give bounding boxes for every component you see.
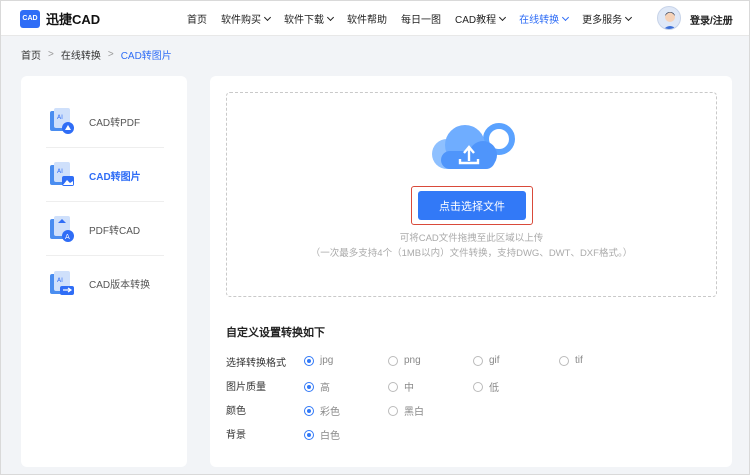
nav-item-online-convert[interactable]: 在线转换 [519,11,570,26]
settings-title: 自定义设置转换如下 [226,327,325,339]
nav-item-daily[interactable]: 每日一图 [401,11,441,26]
nav-label: 更多服务 [582,15,623,26]
chevron-down-icon [326,13,335,21]
main-panel: 点击选择文件 可将CAD文件拖拽至此区域以上传 （一次最多支持4个（1MB以内）… [210,76,732,467]
radio-button[interactable] [304,405,314,416]
option-color[interactable]: 彩色 [304,403,340,418]
option-label: 高 [320,383,330,394]
chevron-down-icon [562,13,570,21]
radio-button[interactable] [559,355,569,366]
nav-item-more[interactable]: 更多服务 [582,11,633,26]
nav-item-home[interactable]: 首页 [187,11,207,26]
sidebar-item-label: CAD版本转换 [89,280,151,291]
main-nav: 首页 软件购买 软件下载 软件帮助 每日一图 CAD教程 在线转换 更多服务 [187,1,645,36]
nav-item-purchase[interactable]: 软件购买 [221,11,272,26]
radio-button[interactable] [304,355,314,366]
breadcrumb-current: CAD转图片 [120,51,172,62]
chevron-down-icon [625,13,633,21]
sidebar-item-cad-to-image[interactable]: AI CAD转图片 [46,149,164,202]
sidebar: AI CAD转PDF AI CAD转图片 A PDF转CAD AI CAD版本转… [21,76,187,467]
option-label: 低 [489,383,499,394]
breadcrumb-separator: > [48,49,54,60]
sidebar-item-pdf-to-cad[interactable]: A PDF转CAD [46,203,164,256]
logo-text: 迅捷CAD [46,12,101,27]
nav-label: 每日一图 [401,15,441,26]
option-label: jpg [320,355,334,366]
pdf-to-cad-icon: A [48,215,76,243]
option-quality-high[interactable]: 高 [304,379,330,394]
option-quality-low[interactable]: 低 [473,379,499,394]
option-label: 中 [404,383,414,394]
radio-button[interactable] [304,429,314,440]
breadcrumb-separator: > [107,49,114,60]
row-label: 图片质量 [226,381,266,393]
option-jpg[interactable]: jpg [304,355,333,366]
radio-button[interactable] [388,405,398,416]
radio-button[interactable] [473,381,483,392]
sidebar-item-cad-version[interactable]: AI CAD版本转换 [46,257,164,310]
nav-label: 软件下载 [284,15,324,26]
option-label: tif [575,355,583,366]
cad-version-icon: AI [48,270,76,298]
login-register-link[interactable]: 登录/注册 [690,12,733,27]
sidebar-item-cad-to-pdf[interactable]: AI CAD转PDF [46,95,164,148]
nav-label: 软件帮助 [347,15,387,26]
row-label: 背景 [226,429,246,441]
row-label: 选择转换格式 [226,357,286,369]
chevron-down-icon [263,13,272,21]
format-hint: （一次最多支持4个（1MB以内）文件转换，支持DWG、DWT、DXF格式。） [310,248,633,259]
nav-item-help[interactable]: 软件帮助 [347,11,387,26]
sidebar-item-label: CAD转PDF [89,117,141,129]
color-row: 颜色 [226,400,304,418]
cad-to-image-icon: AI [48,161,76,189]
choose-file-highlight: 点击选择文件 [411,186,533,225]
option-label: gif [489,355,500,366]
radio-button[interactable] [388,381,398,392]
logo[interactable]: CAD 迅捷CAD [20,9,100,28]
breadcrumb-home[interactable]: 首页 [21,47,41,62]
cloud-upload-icon [427,121,517,179]
nav-label: 首页 [187,15,207,26]
svg-text:A: A [65,233,70,241]
choose-file-button[interactable]: 点击选择文件 [418,191,526,220]
option-label: 白色 [320,431,340,442]
svg-text:AI: AI [57,277,63,284]
svg-text:AI: AI [57,114,63,121]
radio-button[interactable] [388,355,398,366]
radio-button[interactable] [304,381,314,392]
option-label: 彩色 [320,407,340,418]
avatar[interactable] [657,6,681,30]
option-gif[interactable]: gif [473,355,500,366]
nav-label: 在线转换 [519,15,560,26]
sidebar-item-label: CAD转图片 [89,171,141,183]
quality-row: 图片质量 [226,376,304,394]
radio-button[interactable] [473,355,483,366]
option-png[interactable]: png [388,355,421,366]
option-label: png [404,355,421,366]
breadcrumb: 首页 > 在线转换 > CAD转图片 [21,47,172,62]
format-row: 选择转换格式 [226,352,304,370]
sidebar-item-label: PDF转CAD [89,225,141,237]
top-navbar: CAD 迅捷CAD 首页 软件购买 软件下载 软件帮助 每日一图 CAD教程 在… [1,1,749,36]
drag-hint: 可将CAD文件拖拽至此区域以上传 [399,233,544,244]
option-tif[interactable]: tif [559,355,583,366]
background-row: 背景 [226,424,304,442]
cad-to-pdf-icon: AI [48,107,76,135]
breadcrumb-online-convert[interactable]: 在线转换 [61,47,101,62]
nav-label: 软件购买 [221,15,261,26]
logo-badge: CAD [20,9,40,28]
svg-text:AI: AI [57,168,63,175]
row-label: 颜色 [226,405,246,417]
file-dropzone[interactable]: 点击选择文件 可将CAD文件拖拽至此区域以上传 （一次最多支持4个（1MB以内）… [226,92,717,297]
option-monochrome[interactable]: 黑白 [388,403,424,418]
nav-label: CAD教程 [455,15,497,26]
chevron-down-icon [499,13,507,21]
nav-item-tutorial[interactable]: CAD教程 [455,11,507,26]
option-label: 黑白 [404,407,424,418]
option-white-background[interactable]: 白色 [304,427,340,442]
option-quality-medium[interactable]: 中 [388,379,414,394]
nav-item-download[interactable]: 软件下载 [284,11,335,26]
